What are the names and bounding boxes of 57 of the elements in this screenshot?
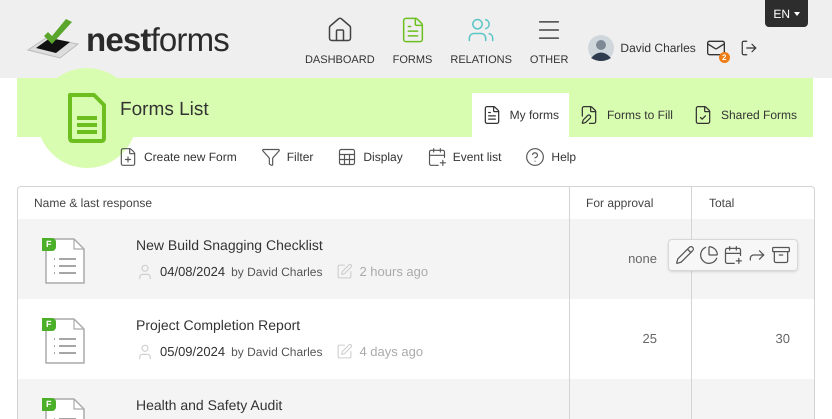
form-tag: F xyxy=(42,238,56,251)
document-check-icon xyxy=(692,105,713,125)
document-icon xyxy=(482,105,502,125)
page-title: Forms List xyxy=(120,98,209,122)
form-tag: F xyxy=(42,318,56,331)
nav-item[interactable]: FORMS xyxy=(386,16,438,68)
user-icon xyxy=(136,342,154,361)
form-title[interactable]: New Build Snagging Checklist xyxy=(136,235,428,256)
nav-item[interactable]: OTHER xyxy=(524,16,574,68)
form-title[interactable]: Health and Safety Audit xyxy=(136,395,282,416)
edit-note-icon xyxy=(336,343,354,360)
approval-count: 25 xyxy=(642,330,657,348)
time-ago: 2 hours ago xyxy=(359,263,428,281)
form-tag: F xyxy=(42,398,56,411)
form-title[interactable]: Project Completion Report xyxy=(136,315,424,336)
tab[interactable]: Shared Forms xyxy=(682,93,807,137)
avatar xyxy=(588,35,614,61)
nav-item[interactable]: RELATIONS xyxy=(444,16,518,68)
response-author: by David Charles xyxy=(231,344,322,361)
table-icon xyxy=(337,147,358,167)
logout-icon[interactable] xyxy=(740,39,758,57)
table-row[interactable]: F Health and Safety Audit xyxy=(18,379,814,419)
response-date: 04/08/2024 xyxy=(160,263,226,281)
tab[interactable]: My forms xyxy=(472,93,569,137)
response-date: 05/09/2024 xyxy=(160,343,226,361)
home-icon xyxy=(326,16,354,44)
calendar-icon[interactable] xyxy=(723,245,743,265)
edit-icon[interactable] xyxy=(675,245,695,265)
toolbar-button[interactable]: Event list xyxy=(426,147,502,167)
message-count-badge: 2 xyxy=(718,52,730,63)
toolbar-button[interactable]: Create new Form xyxy=(118,147,237,167)
approval-count: none xyxy=(628,250,657,268)
table-row[interactable]: F New Build Snagging Checklist 04/08/2024 by David Charles 2 hours ago none xyxy=(18,219,814,299)
calendar-icon xyxy=(426,147,447,167)
filter-icon xyxy=(260,147,281,167)
document-icon xyxy=(66,92,108,144)
toolbar-button[interactable]: Help xyxy=(525,147,576,167)
archive-icon[interactable] xyxy=(771,245,791,265)
document-pen-icon xyxy=(578,105,599,125)
user-name[interactable]: David Charles xyxy=(620,39,696,57)
pie-chart-icon[interactable] xyxy=(699,245,719,265)
help-icon xyxy=(525,147,546,167)
mail-icon[interactable] xyxy=(706,38,726,58)
toolbar-button[interactable]: Display xyxy=(337,147,403,167)
response-author: by David Charles xyxy=(231,264,322,281)
time-ago: 4 days ago xyxy=(359,343,424,361)
column-header: Name & last response xyxy=(33,195,154,212)
file-plus-icon xyxy=(118,147,138,167)
language-dropdown[interactable]: EN xyxy=(765,0,808,27)
user-icon xyxy=(136,262,154,281)
caret-icon xyxy=(794,12,800,16)
toolbar-button[interactable]: Filter xyxy=(260,147,314,167)
total-count: 30 xyxy=(776,330,790,348)
edit-note-icon xyxy=(336,263,354,280)
logo-text: nestforms xyxy=(86,22,229,56)
nav-item[interactable]: DASHBOARD xyxy=(298,16,381,68)
tab[interactable]: Forms to Fill xyxy=(568,93,683,137)
